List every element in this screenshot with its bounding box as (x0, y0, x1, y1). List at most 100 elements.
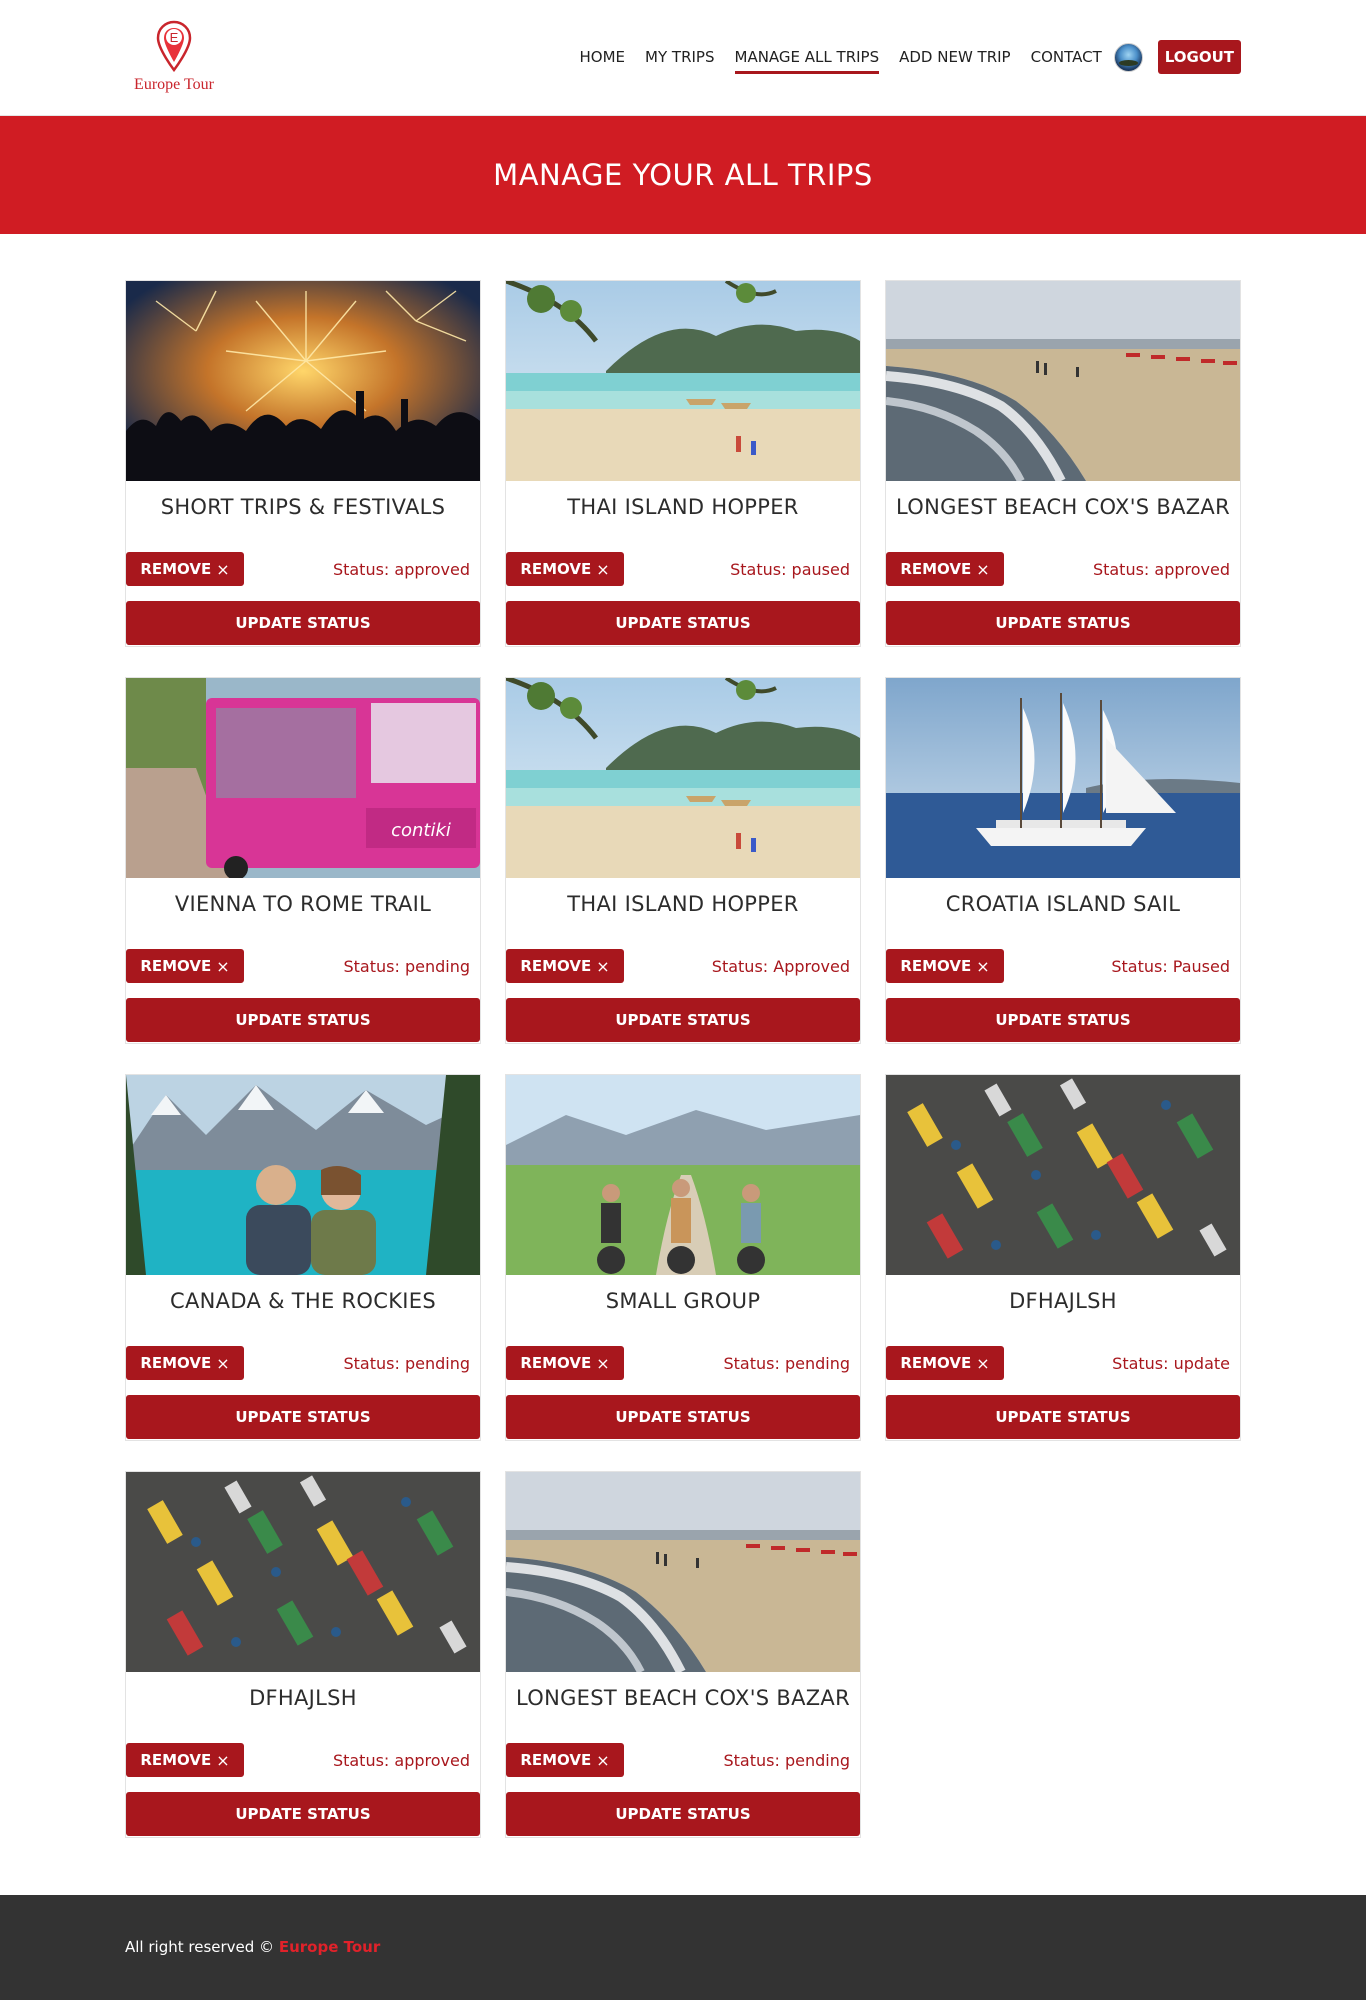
update-status-button[interactable]: UPDATE STATUS (506, 601, 860, 645)
trip-image (506, 678, 860, 878)
trip-card: SMALL GROUP REMOVE × Status: pending UPD… (505, 1074, 861, 1441)
trip-image (126, 281, 480, 481)
trips-grid: SHORT TRIPS & FESTIVALS REMOVE × Status:… (125, 280, 1241, 1838)
trip-card: DFHAJLSH REMOVE × Status: update UPDATE … (885, 1074, 1241, 1441)
close-icon: × (976, 559, 990, 579)
trip-card: THAI ISLAND HOPPER REMOVE × Status: Appr… (505, 677, 861, 1044)
remove-button[interactable]: REMOVE × (506, 1743, 624, 1777)
remove-label: REMOVE (520, 560, 592, 578)
trip-status: Status: pending (343, 957, 471, 976)
close-icon: × (596, 559, 610, 579)
update-status-button[interactable]: UPDATE STATUS (886, 601, 1240, 645)
remove-label: REMOVE (520, 957, 592, 975)
trip-image (126, 1472, 480, 1672)
nav-contact[interactable]: CONTACT (1031, 44, 1102, 70)
trip-image (886, 1075, 1240, 1275)
remove-button[interactable]: REMOVE × (506, 949, 624, 983)
remove-button[interactable]: REMOVE × (506, 1346, 624, 1380)
remove-button[interactable]: REMOVE × (886, 949, 1004, 983)
update-status-button[interactable]: UPDATE STATUS (126, 601, 480, 645)
trip-image (886, 281, 1240, 481)
trip-image (126, 1075, 480, 1275)
trip-title: SHORT TRIPS & FESTIVALS (160, 495, 446, 519)
close-icon: × (596, 1750, 610, 1770)
trip-title: LONGEST BEACH COX'S BAZAR (896, 495, 1230, 519)
close-icon: × (216, 1750, 230, 1770)
trip-card: LONGEST BEACH COX'S BAZAR REMOVE × Statu… (885, 280, 1241, 647)
trip-status: Status: update (1112, 1354, 1230, 1373)
trip-title: VIENNA TO ROME TRAIL (174, 892, 432, 916)
trip-status: Status: Approved (711, 957, 850, 976)
trip-card: THAI ISLAND HOPPER REMOVE × Status: paus… (505, 280, 861, 647)
remove-label: REMOVE (900, 1354, 972, 1372)
remove-button[interactable]: REMOVE × (126, 949, 244, 983)
trip-image (886, 678, 1240, 878)
remove-button[interactable]: REMOVE × (506, 552, 624, 586)
close-icon: × (216, 559, 230, 579)
footer-copyright-text: All right reserved © (125, 1938, 275, 1956)
trip-status: Status: approved (332, 560, 470, 579)
site-header: E Europe Tour HOME MY TRIPS MANAGE ALL T… (0, 0, 1366, 116)
trip-title: THAI ISLAND HOPPER (567, 892, 799, 916)
update-status-button[interactable]: UPDATE STATUS (506, 1792, 860, 1836)
trip-title: DFHAJLSH (1009, 1289, 1117, 1313)
trip-card: LONGEST BEACH COX'S BAZAR REMOVE × Statu… (505, 1471, 861, 1838)
trip-status: Status: approved (1092, 560, 1230, 579)
update-status-button[interactable]: UPDATE STATUS (886, 998, 1240, 1042)
site-footer: All right reserved © Europe Tour (0, 1895, 1366, 2000)
logo-letter: E (170, 30, 179, 45)
update-status-button[interactable]: UPDATE STATUS (506, 1395, 860, 1439)
remove-button[interactable]: REMOVE × (126, 1743, 244, 1777)
page-banner: MANAGE YOUR ALL TRIPS (0, 116, 1366, 234)
nav-add-new-trip[interactable]: ADD NEW TRIP (899, 44, 1010, 70)
nav-home[interactable]: HOME (580, 44, 626, 70)
update-status-button[interactable]: UPDATE STATUS (126, 1792, 480, 1836)
remove-button[interactable]: REMOVE × (886, 1346, 1004, 1380)
trip-title: SMALL GROUP (605, 1289, 761, 1313)
logo-text: Europe Tour (134, 76, 214, 93)
footer-copyright: All right reserved © Europe Tour (125, 1938, 380, 1956)
trip-image (506, 1075, 860, 1275)
trip-status: Status: pending (723, 1354, 851, 1373)
trip-card: CANADA & THE ROCKIES REMOVE × Status: pe… (125, 1074, 481, 1441)
trip-card: CROATIA ISLAND SAIL REMOVE × Status: Pau… (885, 677, 1241, 1044)
remove-label: REMOVE (900, 560, 972, 578)
trip-image: contiki (126, 678, 480, 878)
trip-image (506, 1472, 860, 1672)
logout-button[interactable]: LOGOUT (1157, 40, 1241, 74)
trip-title: THAI ISLAND HOPPER (567, 495, 799, 519)
page-title: MANAGE YOUR ALL TRIPS (493, 158, 873, 192)
trip-status: Status: Paused (1111, 957, 1230, 976)
remove-label: REMOVE (140, 1354, 212, 1372)
update-status-button[interactable]: UPDATE STATUS (126, 1395, 480, 1439)
close-icon: × (976, 956, 990, 976)
nav-manage-all-trips[interactable]: MANAGE ALL TRIPS (734, 44, 879, 74)
close-icon: × (596, 1353, 610, 1373)
main-nav: HOME MY TRIPS MANAGE ALL TRIPS ADD NEW T… (560, 38, 1241, 76)
trip-card: SHORT TRIPS & FESTIVALS REMOVE × Status:… (125, 280, 481, 647)
close-icon: × (216, 1353, 230, 1373)
remove-button[interactable]: REMOVE × (126, 1346, 244, 1380)
remove-label: REMOVE (520, 1751, 592, 1769)
user-avatar[interactable] (1113, 42, 1143, 72)
footer-brand-link[interactable]: Europe Tour (279, 1938, 380, 1956)
site-logo[interactable]: E Europe Tour (131, 20, 217, 100)
remove-button[interactable]: REMOVE × (886, 552, 1004, 586)
trip-image (506, 281, 860, 481)
trip-title: CROATIA ISLAND SAIL (945, 892, 1181, 916)
close-icon: × (596, 956, 610, 976)
update-status-button[interactable]: UPDATE STATUS (126, 998, 480, 1042)
remove-label: REMOVE (140, 560, 212, 578)
remove-label: REMOVE (520, 1354, 592, 1372)
map-pin-icon: E (156, 20, 192, 72)
trip-status: Status: approved (332, 1751, 470, 1770)
update-status-button[interactable]: UPDATE STATUS (506, 998, 860, 1042)
nav-my-trips[interactable]: MY TRIPS (645, 44, 714, 70)
remove-button[interactable]: REMOVE × (126, 552, 244, 586)
close-icon: × (976, 1353, 990, 1373)
trip-status: Status: paused (730, 560, 850, 579)
trip-status: Status: pending (343, 1354, 471, 1373)
remove-label: REMOVE (900, 957, 972, 975)
remove-label: REMOVE (140, 1751, 212, 1769)
update-status-button[interactable]: UPDATE STATUS (886, 1395, 1240, 1439)
